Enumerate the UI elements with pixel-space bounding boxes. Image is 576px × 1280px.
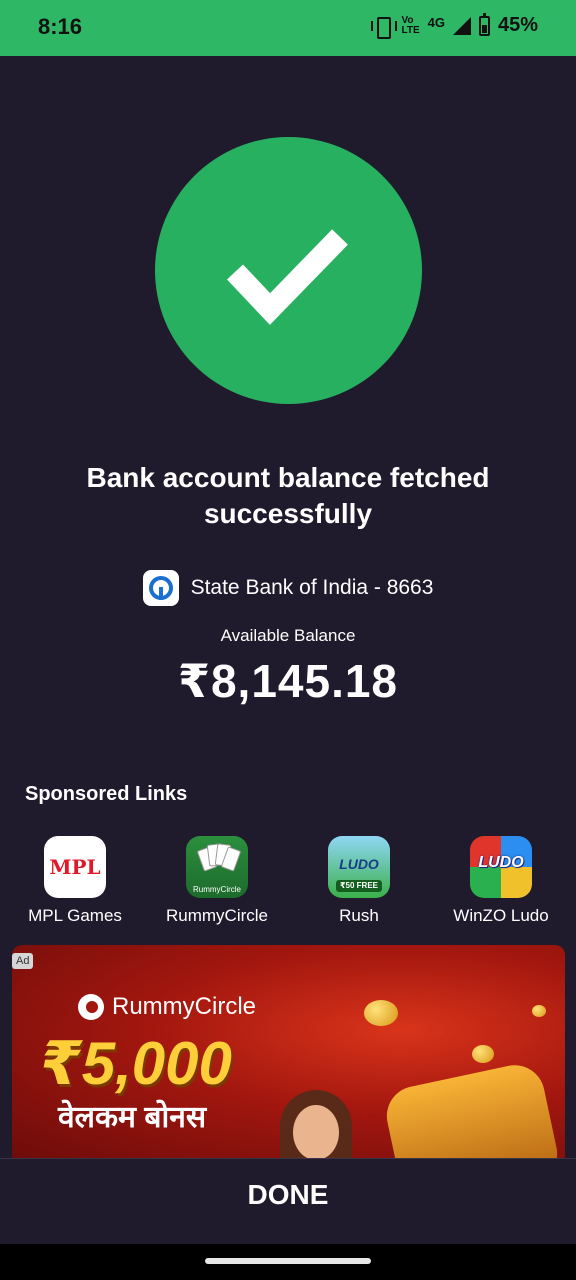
app-rummycircle[interactable]: RummyCircle RummyCircle: [147, 836, 287, 926]
ad-banner[interactable]: Ad RummyCircle ₹5,000 वेलकम बोनस: [12, 945, 565, 1158]
status-bar: 8:16 Vo LTE 4G 45%: [0, 0, 576, 56]
ad-brand: RummyCircle: [78, 993, 256, 1021]
success-check-icon: [155, 137, 422, 404]
app-label-mpl[interactable]: MPL Games: [5, 906, 145, 926]
balance-amount: ₹8,145.18: [177, 655, 399, 707]
app-label-rummycircle[interactable]: RummyCircle: [147, 906, 287, 926]
app-mpl-games[interactable]: MPL MPL Games: [5, 836, 145, 926]
battery-percent: 45%: [497, 14, 538, 36]
winzo-icon-text: LUDO: [478, 854, 524, 871]
home-gesture-handle[interactable]: [205, 1258, 371, 1264]
checkmark-icon: [227, 229, 348, 325]
rush-ludo-app-icon[interactable]: LUDO ₹50 FREE: [328, 836, 390, 898]
sponsored-heading: Sponsored Links: [25, 783, 188, 805]
coin-icon: [364, 1000, 398, 1026]
status-icons: Vo LTE 4G 45%: [371, 12, 538, 39]
rush-free-badge: ₹50 FREE: [336, 880, 382, 892]
app-label-winzo[interactable]: WinZO Ludo: [431, 906, 571, 926]
ad-bonus-amount: ₹5,000: [40, 1030, 232, 1097]
volte-top-text: Vo: [401, 14, 414, 26]
rupee-chip-graphic: [381, 1059, 563, 1158]
ad-model-face: [293, 1105, 339, 1158]
rush-icon-text: LUDO: [339, 856, 379, 872]
app-label-rush[interactable]: Rush: [289, 906, 429, 926]
status-time: 8:16: [38, 14, 83, 39]
volte-bottom-text: LTE: [401, 24, 420, 36]
rummycircle-app-icon[interactable]: RummyCircle: [186, 836, 248, 898]
ad-brand-name: RummyCircle: [112, 993, 256, 1020]
bank-account-row: State Bank of India - 8663: [0, 570, 576, 606]
ad-badge: Ad: [12, 953, 34, 969]
coin-icon: [532, 1005, 546, 1017]
success-title: Bank account balance fetched successfull…: [86, 462, 490, 529]
bottom-action-bar: DONE: [0, 1158, 576, 1244]
app-winzo-ludo[interactable]: LUDO WinZO Ludo: [431, 836, 571, 926]
bank-name: State Bank of India - 8663: [190, 576, 434, 599]
mpl-app-icon[interactable]: MPL: [44, 836, 106, 898]
coin-icon: [472, 1045, 494, 1063]
rummycircle-logo-icon: [78, 994, 104, 1020]
rummycircle-icon-text: RummyCircle: [193, 885, 241, 894]
network-type: 4G: [427, 15, 445, 30]
signal-icon: [452, 16, 471, 35]
mpl-icon-text: MPL: [49, 855, 101, 879]
balance-label: Available Balance: [220, 626, 356, 645]
vibrate-icon: [371, 16, 398, 39]
volte-icon: Vo LTE: [401, 14, 420, 36]
gesture-nav-area: [0, 1244, 576, 1280]
done-button[interactable]: DONE: [0, 1179, 576, 1211]
sbi-logo-icon: [142, 570, 179, 606]
battery-charging-icon: [478, 12, 490, 36]
app-rush[interactable]: LUDO ₹50 FREE Rush: [289, 836, 429, 926]
ad-welcome-bonus-text: वेलकम बोनस: [58, 1101, 207, 1134]
winzo-ludo-app-icon[interactable]: LUDO: [470, 836, 532, 898]
